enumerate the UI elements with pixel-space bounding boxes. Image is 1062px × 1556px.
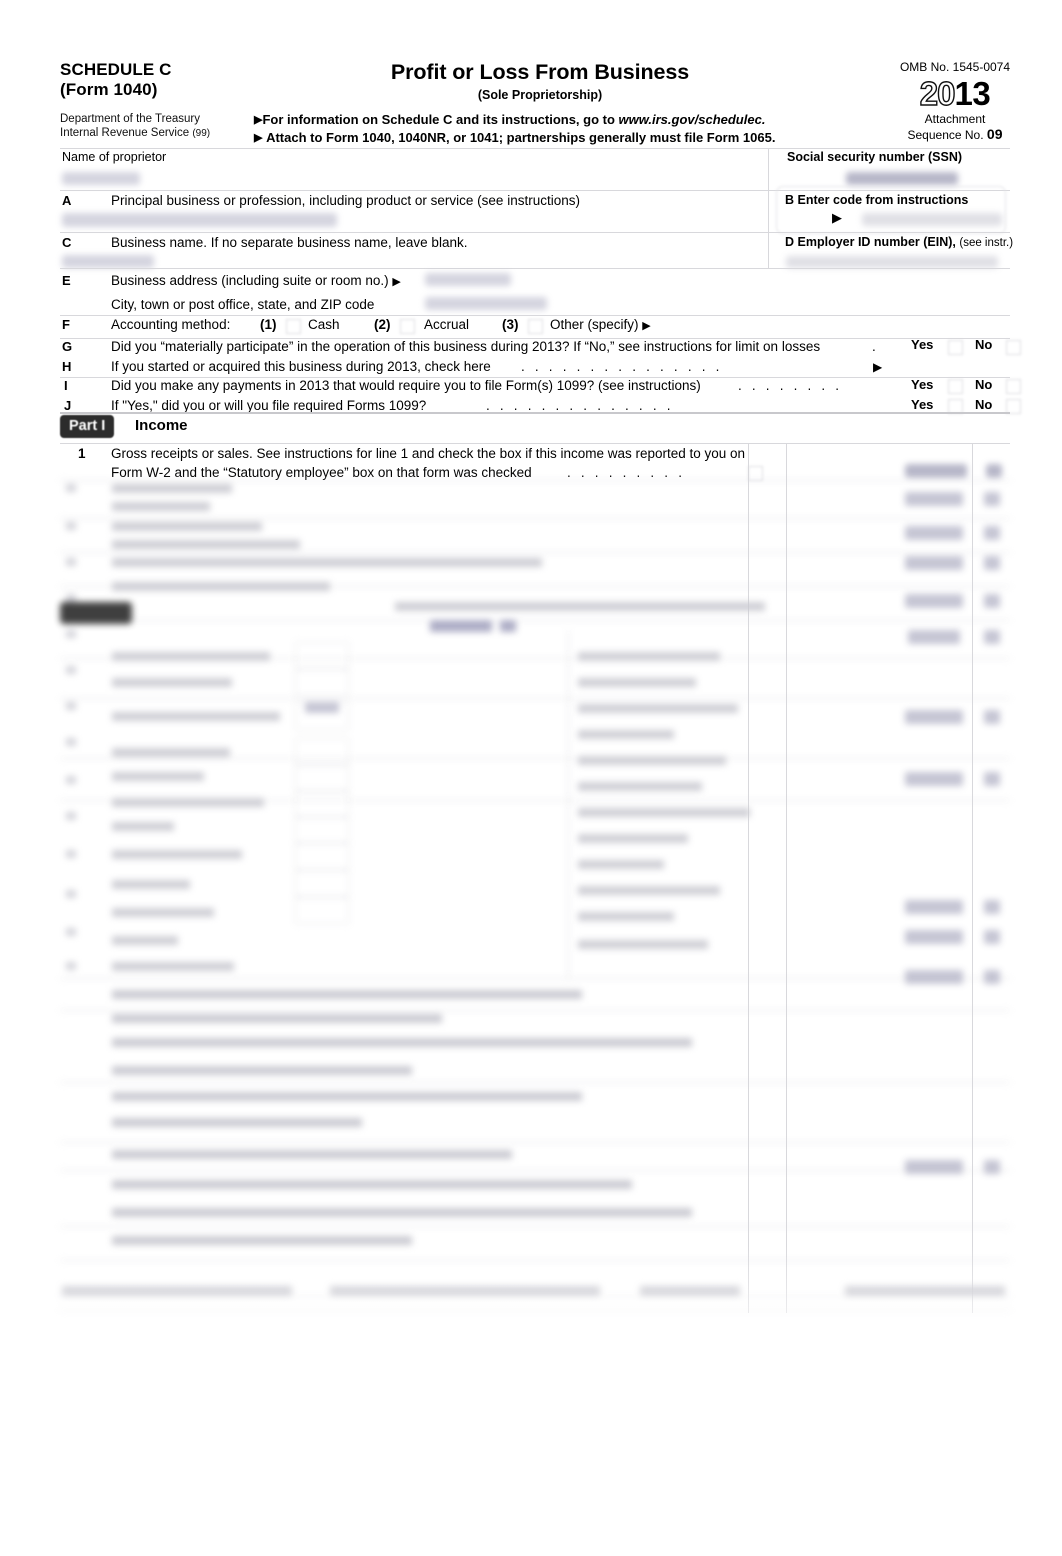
part-1-header: Part I Income — [60, 415, 1010, 441]
irs-schedulec-url[interactable]: www.irs.gov/schedulec. — [619, 112, 766, 127]
divider-vertical — [768, 148, 769, 268]
line-a-value[interactable] — [62, 213, 337, 227]
line-1-number: 1 — [78, 446, 86, 461]
line-d-label: Employer ID number (EIN), — [797, 235, 956, 249]
attachment-label: Attachment — [924, 112, 986, 126]
line-f-option-2-number: (2) — [374, 317, 391, 332]
line-i-yes-label[interactable]: Yes — [911, 377, 933, 392]
line-f-checkbox-accrual[interactable] — [400, 319, 415, 334]
department-block: Department of the Treasury Internal Reve… — [60, 112, 225, 141]
line-d-letter: D — [785, 235, 795, 249]
department-line2: Internal Revenue Service — [60, 127, 190, 139]
divider — [60, 232, 1010, 233]
ssn-label: Social security number (SSN) — [787, 150, 963, 164]
line-e-arrow-icon: ▶ — [392, 276, 401, 288]
schedule-c-form-page: SCHEDULE C (Form 1040) Department of the… — [0, 0, 1062, 1556]
instruction-line-1: ▶For information on Schedule C and its i… — [254, 111, 830, 129]
line-e-city-value[interactable] — [425, 297, 547, 310]
part-1-title: Income — [135, 417, 188, 434]
form-title-block: Profit or Loss From Business (Sole Propr… — [250, 60, 830, 147]
line-g-checkbox-yes[interactable] — [948, 340, 963, 355]
line-i-letter: I — [64, 378, 68, 393]
line-i-dots: . . . . . . . . — [738, 378, 843, 393]
line-a-label: Principal business or profession, includ… — [111, 193, 580, 208]
department-line1: Department of the Treasury — [60, 113, 200, 125]
line-a-letter: A — [62, 193, 72, 208]
line-j-yes-label[interactable]: Yes — [911, 397, 933, 412]
instruction-line-2-text: Attach to Form 1040, 1040NR, or 1041; pa… — [266, 130, 776, 145]
divider — [60, 412, 1010, 414]
schedule-title-line2: (Form 1040) — [60, 80, 158, 99]
line-j-letter: J — [64, 398, 72, 413]
line-f-arrow-icon: ▶ — [642, 320, 651, 332]
line-j-no-label[interactable]: No — [975, 397, 992, 412]
line-f-checkbox-cash[interactable] — [286, 319, 301, 334]
attachment-sequence: Sequence No. 09 — [860, 127, 1050, 143]
department-suffix: (99) — [192, 128, 211, 139]
instruction-line-1-text: For information on Schedule C and its in… — [262, 112, 619, 127]
line-g-checkbox-no[interactable] — [1006, 340, 1021, 355]
schedule-title-line1: SCHEDULE C — [60, 60, 172, 79]
form-identifier-block: SCHEDULE C (Form 1040) Department of the… — [60, 60, 225, 141]
right-triangle-icon: ▶ — [254, 132, 263, 144]
line-e-label: Business address (including suite or roo… — [111, 273, 401, 288]
tax-year-digits: 13 — [954, 75, 991, 112]
divider — [60, 148, 1010, 149]
line-e-letter: E — [62, 273, 71, 288]
line-f-other-text: Other (specify) — [550, 317, 639, 332]
line-i-checkbox-yes[interactable] — [948, 379, 963, 394]
ssn-value[interactable] — [846, 172, 958, 185]
line-f-checkbox-other[interactable] — [528, 319, 543, 334]
line-h-letter: H — [62, 359, 72, 374]
divider — [60, 268, 1010, 269]
proprietor-name-value[interactable] — [62, 172, 140, 185]
line-i-checkbox-no[interactable] — [1006, 379, 1021, 394]
line-i-label: Did you make any payments in 2013 that w… — [111, 378, 701, 393]
divider — [60, 443, 1010, 444]
line-1-text-part-1: Gross receipts or sales. See instruction… — [111, 446, 746, 461]
proprietor-name-label: Name of proprietor — [62, 150, 167, 164]
line-f-label: Accounting method: — [111, 317, 231, 332]
omb-year-block: OMB No. 1545-0074 2013 Attachment Sequen… — [860, 60, 1050, 143]
line-f-option-3-label: Other (specify) ▶ — [550, 317, 651, 332]
line-d-block: D Employer ID number (EIN), (see instr.) — [785, 235, 1013, 249]
line-f-option-3-number: (3) — [502, 317, 519, 332]
line-h-arrow-icon: ▶ — [873, 360, 883, 374]
part-1-badge: Part I — [60, 415, 115, 438]
line-e-value[interactable] — [425, 273, 511, 286]
line-j-label: If "Yes," did you or will you file requi… — [111, 398, 427, 413]
line-f-option-2-label: Accrual — [424, 317, 470, 332]
line-c-value[interactable] — [62, 255, 154, 268]
line-h-dots: . . . . . . . . . . . . . . . — [521, 359, 723, 374]
instruction-line-2: ▶ Attach to Form 1040, 1040NR, or 1041; … — [254, 129, 830, 147]
line-g-no-label[interactable]: No — [975, 337, 992, 352]
line-c-label: Business name. If no separate business n… — [111, 235, 468, 250]
line-d-note: (see instr.) — [959, 237, 1014, 249]
line-g-yes-label[interactable]: Yes — [911, 337, 933, 352]
line-h-label: If you started or acquired this business… — [111, 359, 491, 374]
sequence-label: Sequence No. — [907, 128, 984, 142]
line-f-option-1-number: (1) — [260, 317, 277, 332]
tax-year: 2013 — [860, 75, 1050, 112]
tax-year-century: 20 — [919, 75, 956, 112]
line-e-city-label: City, town or post office, state, and ZI… — [111, 297, 375, 312]
redacted-form-body — [0, 470, 1062, 1320]
line-j-dots: . . . . . . . . . . . . . . — [486, 398, 674, 413]
line-f-letter: F — [62, 317, 70, 332]
line-e-text: Business address (including suite or roo… — [111, 273, 389, 288]
line-g-label: Did you “materially participate” in the … — [111, 339, 821, 354]
line-g-dots: . — [872, 339, 876, 354]
line-d-value[interactable] — [786, 256, 998, 268]
sequence-number: 09 — [986, 126, 1003, 142]
instruction-lines: ▶ For information on Schedule C and its i… — [250, 111, 830, 147]
line-g-letter: G — [62, 339, 73, 354]
line-f-option-1-label: Cash — [308, 317, 340, 332]
line-b-field-box — [776, 186, 1006, 234]
page-title: Profit or Loss From Business — [390, 60, 690, 84]
form-subtitle: (Sole Proprietorship) — [477, 88, 603, 102]
line-c-letter: C — [62, 235, 72, 250]
divider — [60, 315, 1010, 316]
omb-number: OMB No. 1545-0074 — [899, 60, 1011, 74]
line-i-no-label[interactable]: No — [975, 377, 992, 392]
